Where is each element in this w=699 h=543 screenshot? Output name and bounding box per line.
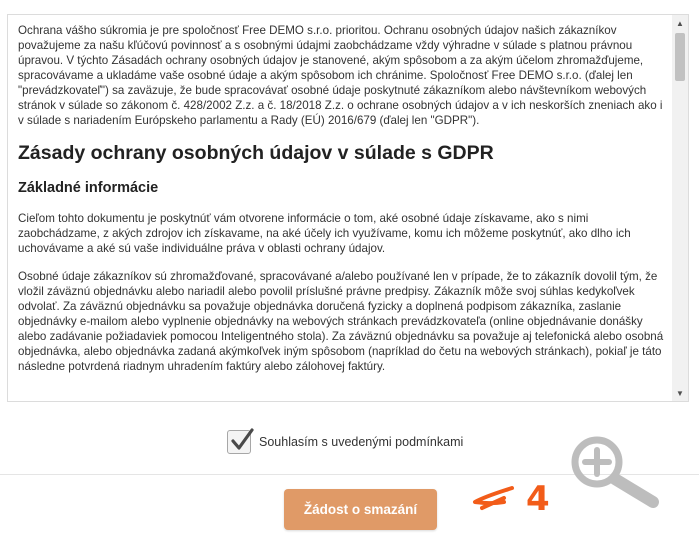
checkmark-icon	[231, 428, 254, 450]
consent-row: Souhlasím s uvedenými podmínkami	[227, 428, 463, 454]
scroll-up-arrow-icon[interactable]: ▲	[672, 15, 688, 31]
annotation-marker: 4	[473, 479, 550, 518]
policy-intro: Ochrana vášho súkromia je pre spoločnosť…	[18, 24, 663, 127]
policy-paragraph-2: Osobné údaje zákazníkov sú zhromažďované…	[18, 270, 664, 373]
policy-paragraph-1: Cieľom tohto dokumentu je poskytnúť vám …	[18, 212, 631, 255]
policy-subheading: Základné informácie	[18, 180, 159, 196]
policy-content: Ochrana vášho súkromia je pre spoločnosť…	[18, 23, 668, 397]
delete-request-button[interactable]: Žádost o smazání	[284, 489, 437, 530]
scroll-down-arrow-icon[interactable]: ▼	[672, 385, 688, 401]
zoom-in-icon[interactable]	[565, 432, 665, 512]
policy-heading: Zásady ochrany osobných údajov v súlade …	[18, 142, 494, 164]
vertical-scrollbar[interactable]: ▲ ▼	[672, 15, 688, 401]
policy-text-box[interactable]: Ochrana vášho súkromia je pre spoločnosť…	[7, 14, 689, 402]
consent-checkbox[interactable]	[227, 428, 254, 454]
consent-label[interactable]: Souhlasím s uvedenými podmínkami	[259, 435, 463, 449]
annotation-number: 4	[526, 479, 550, 518]
scroll-thumb[interactable]	[675, 33, 685, 81]
